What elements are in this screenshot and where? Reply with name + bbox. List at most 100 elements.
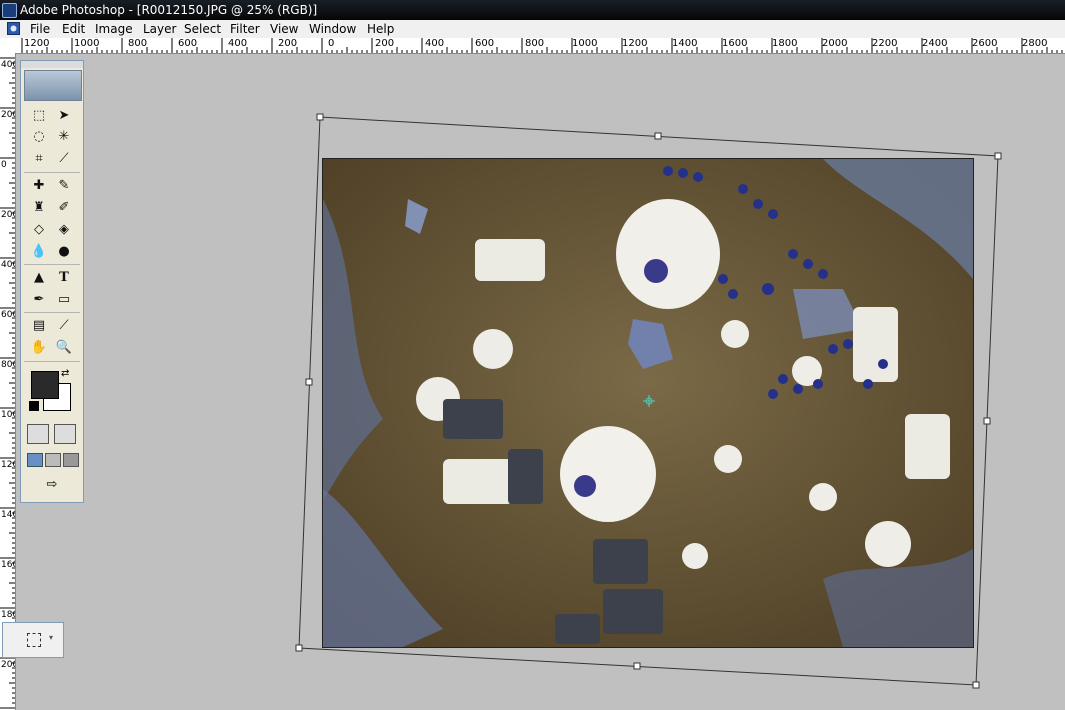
default-colors-icon[interactable]	[29, 401, 39, 411]
ruler-label: 1400	[1, 510, 15, 520]
ruler-label: 1600	[722, 38, 748, 49]
healing-brush-tool-icon[interactable]: ✚	[29, 177, 49, 195]
menu-edit[interactable]: Edit	[62, 20, 85, 38]
ruler-label: 200	[1, 110, 15, 120]
ruler-label: 800	[128, 38, 148, 49]
menu-filter[interactable]: Filter	[230, 20, 260, 38]
horizontal-ruler[interactable]: 1200 1000 800 600 400 200 0 200 400 600 …	[0, 38, 1065, 54]
slice-tool-icon[interactable]: ⟋	[54, 150, 74, 168]
toolbox-divider	[24, 312, 80, 313]
ruler-label: 1200	[622, 38, 648, 49]
title-bar: Adobe Photoshop - [R0012150.JPG @ 25% (R…	[0, 0, 1065, 20]
ruler-label: 400	[1, 60, 15, 70]
photoshop-app-icon	[2, 3, 17, 18]
adobe-online-logo[interactable]	[24, 70, 82, 101]
toolbox-panel: ⬚ ➤ ◌ ✳ ⌗ ⟋ ✚ ✎ ♜ ✐ ◇ ◈ 💧 ● ▲ T ✒ ▭ ▤ ⟋ …	[20, 60, 84, 503]
ruler-label: 1200	[1, 460, 15, 470]
menu-image[interactable]: Image	[95, 20, 133, 38]
menu-select[interactable]: Select	[184, 20, 221, 38]
ruler-label: 0	[328, 38, 335, 49]
ruler-label: 200	[278, 38, 298, 49]
transform-handle	[994, 152, 1002, 160]
ruler-label: 2800	[1022, 38, 1048, 49]
chevron-down-icon[interactable]: ▾	[49, 633, 53, 642]
zoom-tool-icon[interactable]: 🔍	[54, 339, 74, 357]
ruler-label: 2400	[922, 38, 948, 49]
paint-bucket-tool-icon[interactable]: ◈	[54, 221, 74, 239]
hand-tool-icon[interactable]: ✋	[29, 339, 49, 357]
menu-view[interactable]: View	[270, 20, 298, 38]
ruler-label: 400	[425, 38, 445, 49]
transform-handle	[654, 132, 662, 140]
screen-mode-full-menu-button[interactable]	[45, 453, 61, 467]
ruler-label: 1200	[24, 38, 50, 49]
ruler-label: 1800	[1, 610, 15, 620]
magic-wand-tool-icon[interactable]: ✳	[54, 128, 74, 146]
path-selection-tool-icon[interactable]: ▲	[29, 269, 49, 287]
ruler-label: 400	[228, 38, 248, 49]
lasso-tool-icon[interactable]: ◌	[29, 128, 49, 146]
marquee-tool-icon[interactable]: ⬚	[29, 107, 49, 125]
ruler-label: 1000	[1, 410, 15, 420]
swap-colors-icon[interactable]: ⇄	[61, 368, 69, 379]
ruler-label: 1400	[672, 38, 698, 49]
tool-presets-panel[interactable]: ▾	[2, 622, 64, 658]
ruler-label: 1000	[74, 38, 100, 49]
transform-handle	[316, 113, 324, 121]
transform-handle	[972, 681, 980, 689]
foreground-color-swatch[interactable]	[31, 371, 59, 399]
transform-handle	[633, 662, 641, 670]
brush-tool-icon[interactable]: ✎	[54, 177, 74, 195]
ruler-label: 1600	[1, 560, 15, 570]
transform-handle	[295, 644, 303, 652]
ruler-label: 800	[1, 360, 15, 370]
menu-window[interactable]: Window	[309, 20, 356, 38]
toolbox-divider	[24, 172, 80, 173]
document-image[interactable]	[322, 158, 974, 648]
ruler-label: 600	[178, 38, 198, 49]
document-icon[interactable]	[7, 22, 20, 35]
window-title: Adobe Photoshop - [R0012150.JPG @ 25% (R…	[20, 3, 318, 17]
menu-help[interactable]: Help	[367, 20, 394, 38]
vertical-ruler[interactable]: 400 200 0 200 400 600 800 1000 1200 1400…	[0, 53, 16, 710]
tool-preset-icon[interactable]	[27, 633, 41, 647]
standard-mode-button[interactable]	[27, 424, 49, 444]
eraser-tool-icon[interactable]: ◇	[29, 221, 49, 239]
battlefield-photo	[323, 159, 973, 647]
ruler-label: 1000	[572, 38, 598, 49]
transform-handle	[983, 417, 991, 425]
notes-tool-icon[interactable]: ▤	[29, 317, 49, 335]
menu-bar: File Edit Image Layer Select Filter View…	[0, 20, 1065, 39]
ruler-label: 2200	[872, 38, 898, 49]
crop-tool-icon[interactable]: ⌗	[29, 150, 49, 168]
ruler-label: 2000	[822, 38, 848, 49]
pen-tool-icon[interactable]: ✒	[29, 291, 49, 309]
ruler-label: 200	[1, 210, 15, 220]
ruler-label: 1800	[772, 38, 798, 49]
ruler-label: 600	[475, 38, 495, 49]
clone-stamp-tool-icon[interactable]: ♜	[29, 199, 49, 217]
dodge-tool-icon[interactable]: ●	[54, 243, 74, 261]
type-tool-icon[interactable]: T	[54, 269, 74, 287]
quick-mask-button[interactable]	[54, 424, 76, 444]
history-brush-tool-icon[interactable]: ✐	[54, 199, 74, 217]
ruler-label: 200	[375, 38, 395, 49]
eyedropper-tool-icon[interactable]: ⟋	[54, 317, 74, 335]
menu-layer[interactable]: Layer	[143, 20, 176, 38]
toolbox-grip[interactable]	[21, 61, 83, 68]
ruler-label: 0	[1, 160, 7, 170]
toolbox-divider	[24, 264, 80, 265]
transform-handle	[305, 378, 313, 386]
blur-tool-icon[interactable]: 💧	[29, 243, 49, 261]
ruler-label: 2600	[972, 38, 998, 49]
rectangle-tool-icon[interactable]: ▭	[54, 291, 74, 309]
screen-mode-full-button[interactable]	[63, 453, 79, 467]
ruler-label: 600	[1, 310, 15, 320]
move-tool-icon[interactable]: ➤	[54, 107, 74, 125]
screen-mode-standard-button[interactable]	[27, 453, 43, 467]
menu-file[interactable]: File	[30, 20, 50, 38]
toolbox-divider	[24, 361, 80, 362]
jump-to-imageready-button[interactable]: ⇨	[31, 477, 73, 497]
ruler-label: 400	[1, 260, 15, 270]
ruler-label: 800	[525, 38, 545, 49]
